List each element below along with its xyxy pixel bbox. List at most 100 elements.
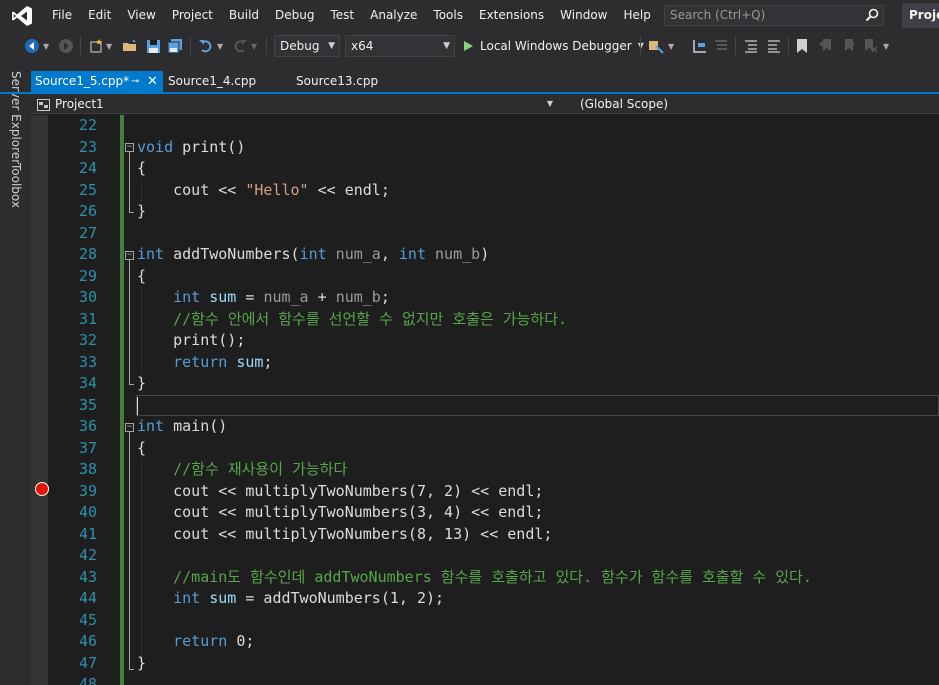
menu-edit[interactable]: Edit <box>80 0 119 31</box>
new-project-icon[interactable] <box>88 38 104 54</box>
menu-bar: File Edit View Project Build Debug Test … <box>0 0 939 31</box>
code-line[interactable]: 45 <box>31 610 939 632</box>
code-text: //함수 안에서 함수를 선언할 수 없지만 호출은 가능하다. <box>173 309 568 328</box>
close-tab-icon[interactable]: ✕ <box>147 71 158 92</box>
project-name: Project1 <box>55 97 104 111</box>
code-line[interactable]: 31 //함수 안에서 함수를 선언할 수 없지만 호출은 가능하다. <box>31 309 939 331</box>
tab-source1-5[interactable]: Source1_5.cpp* ⊸ ✕ <box>31 71 163 92</box>
code-text: } <box>137 374 147 392</box>
back-dropdown-chevron-icon[interactable]: ▼ <box>43 38 49 54</box>
start-debugging-button[interactable]: Local Windows Debugger ▼ <box>462 35 644 57</box>
tab-source1-4[interactable]: Source1_4.cpp <box>164 71 274 92</box>
line-number: 40 <box>78 503 97 521</box>
tab-source13[interactable]: Source13.cpp <box>292 71 402 92</box>
solution-configuration-dropdown[interactable]: Debug ▼ <box>274 35 340 57</box>
code-line[interactable]: 44 int sum = addTwoNumbers(1, 2); <box>31 588 939 610</box>
code-line[interactable]: 39 cout << multiplyTwoNumbers(7, 2) << e… <box>31 481 939 503</box>
code-line[interactable]: 41 cout << multiplyTwoNumbers(8, 13) << … <box>31 524 939 546</box>
menu-project[interactable]: Project <box>164 0 221 31</box>
visual-studio-logo-icon[interactable] <box>0 0 44 31</box>
menu-tools[interactable]: Tools <box>425 0 471 31</box>
bookmark-icon[interactable] <box>796 38 808 54</box>
project-dropdown[interactable]: Project1 ▼ <box>33 95 559 113</box>
line-number: 48 <box>78 675 97 685</box>
code-line[interactable]: 42 <box>31 545 939 567</box>
code-line[interactable]: 48 <box>31 674 939 685</box>
menu-file[interactable]: File <box>44 0 80 31</box>
code-line[interactable]: 23 void print() <box>31 137 939 159</box>
pin-tab-icon[interactable]: ⊸ <box>131 71 139 92</box>
search-icon[interactable] <box>865 8 879 28</box>
code-line[interactable]: 27 <box>31 223 939 245</box>
side-tool-strip: Server Explorer Toolbox <box>0 61 31 685</box>
navigation-bar: Project1 ▼ (Global Scope) <box>31 94 939 114</box>
menu-test[interactable]: Test <box>322 0 362 31</box>
debugger-label: Local Windows Debugger <box>480 39 632 53</box>
code-line[interactable]: 22 <box>31 115 939 137</box>
platform-value: x64 <box>351 39 374 53</box>
clear-bookmarks-icon <box>862 38 878 54</box>
tab-label: Source1_5.cpp* <box>35 74 130 88</box>
menu-build[interactable]: Build <box>221 0 267 31</box>
search-input[interactable]: Search (Ctrl+Q) <box>664 5 884 26</box>
menu-analyze[interactable]: Analyze <box>362 0 425 31</box>
line-number: 38 <box>78 460 97 478</box>
new-dropdown-chevron-icon[interactable]: ▼ <box>106 38 112 54</box>
attach-icon[interactable] <box>648 38 664 54</box>
code-text: return sum; <box>173 352 273 371</box>
solution-platform-dropdown[interactable]: x64 ▼ <box>345 35 455 57</box>
line-number: 32 <box>78 331 97 349</box>
project-name-badge[interactable]: Proje <box>902 3 939 28</box>
code-line[interactable]: 37 { <box>31 438 939 460</box>
code-text: //main도 함수인데 addTwoNumbers 함수를 호출하고 있다. … <box>173 567 812 586</box>
undo-dropdown-chevron-icon[interactable]: ▼ <box>217 38 223 54</box>
toolbar-overflow-chevron-icon[interactable]: ▼ <box>883 38 889 54</box>
toolbox-tab[interactable]: Toolbox <box>9 163 23 208</box>
code-line[interactable]: 35 <box>31 395 939 417</box>
menu-help[interactable]: Help <box>615 0 658 31</box>
code-line[interactable]: 28 int addTwoNumbers(int num_a, int num_b… <box>31 244 939 266</box>
line-number: 45 <box>78 610 97 629</box>
uncomment-lines-icon[interactable] <box>766 38 782 54</box>
line-number: 39 <box>78 481 97 500</box>
code-line[interactable]: 30 int sum = num_a + num_b; <box>31 287 939 309</box>
attach-dropdown-chevron-icon[interactable]: ▼ <box>668 38 674 54</box>
search-placeholder: Search (Ctrl+Q) <box>670 8 766 22</box>
code-text: int main() <box>137 417 228 435</box>
open-file-icon[interactable] <box>122 38 138 54</box>
menu-debug[interactable]: Debug <box>267 0 322 31</box>
step-icon[interactable] <box>692 38 708 54</box>
code-line[interactable]: 29 { <box>31 266 939 288</box>
menu-window[interactable]: Window <box>552 0 615 31</box>
code-line[interactable]: 40 cout << multiplyTwoNumbers(3, 4) << e… <box>31 502 939 524</box>
code-line[interactable]: 47} <box>31 653 939 675</box>
comment-lines-icon[interactable] <box>743 38 759 54</box>
code-text: } <box>137 653 147 672</box>
standard-toolbar: ▼ ▼ ▼ ▼ Debug ▼ x64 ▼ Local Windows Debugg… <box>0 31 939 61</box>
code-line[interactable]: 24 { <box>31 158 939 180</box>
code-line[interactable]: 25 cout << "Hello" << endl; <box>31 180 939 202</box>
play-icon <box>464 41 473 51</box>
line-number: 37 <box>78 438 97 457</box>
menu-view[interactable]: View <box>119 0 163 31</box>
code-line[interactable]: 33 return sum; <box>31 352 939 374</box>
code-line[interactable]: 26} <box>31 201 939 223</box>
code-text: { <box>137 438 147 457</box>
save-icon[interactable] <box>146 38 161 54</box>
code-line[interactable]: 38 //함수 재사용이 가능하다 <box>31 459 939 481</box>
scope-dropdown[interactable]: (Global Scope) <box>580 95 668 113</box>
next-bookmark-icon <box>840 38 856 54</box>
code-editor[interactable]: − − − 22 23 void print() 24{ 25 cout << "… <box>31 115 939 685</box>
code-line[interactable]: 34} <box>31 373 939 395</box>
server-explorer-tab[interactable]: Server Explorer <box>9 71 23 164</box>
code-line[interactable]: 43 //main도 함수인데 addTwoNumbers 함수를 호출하고 있… <box>31 567 939 589</box>
code-line[interactable]: 32 print(); <box>31 330 939 352</box>
code-text: int addTwoNumbers(int num_a, int num_b) <box>137 245 490 263</box>
code-line[interactable]: 36 int main() <box>31 416 939 438</box>
undo-icon[interactable] <box>198 38 214 54</box>
save-all-icon[interactable] <box>167 38 183 54</box>
code-line[interactable]: 46 return 0; <box>31 631 939 653</box>
navigate-back-icon[interactable] <box>24 38 40 54</box>
tab-label: Source1_4.cpp <box>168 74 257 88</box>
menu-extensions[interactable]: Extensions <box>471 0 552 31</box>
